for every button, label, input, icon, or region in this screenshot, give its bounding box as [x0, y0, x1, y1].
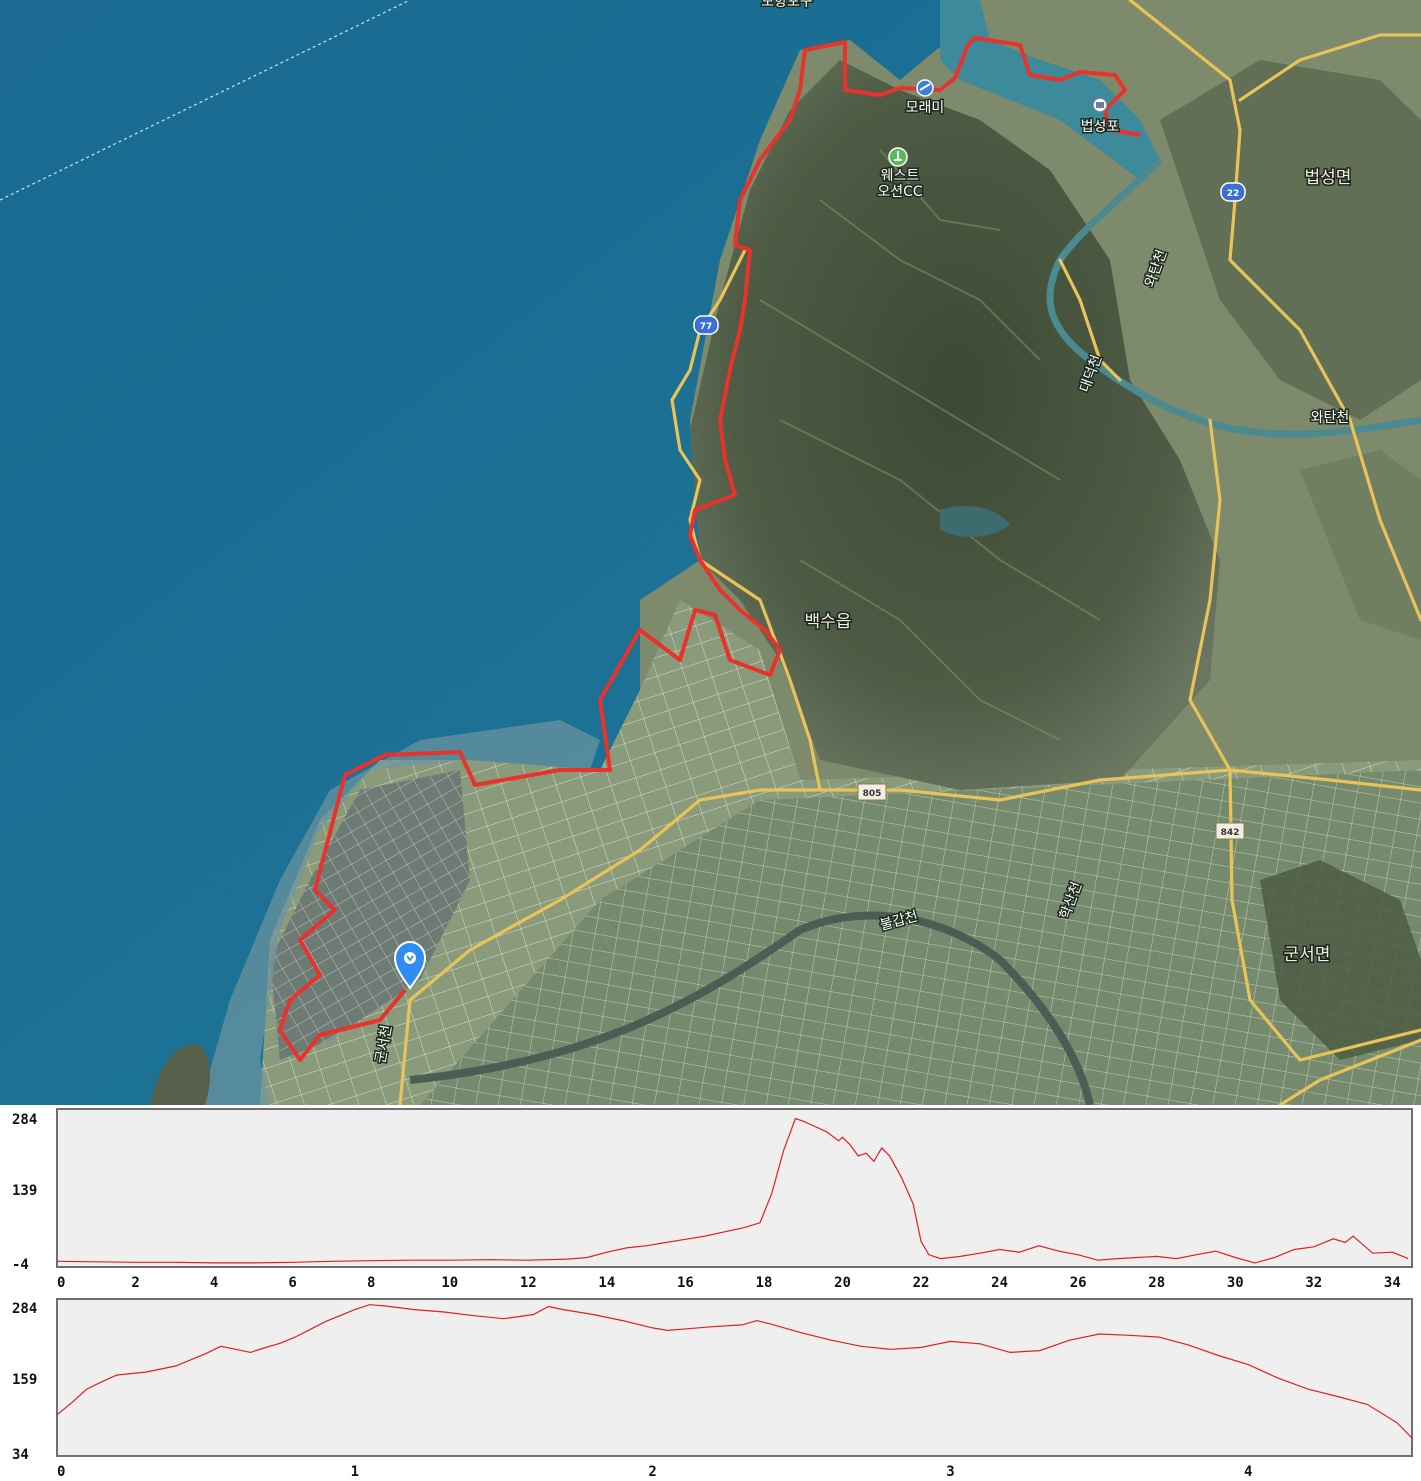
road-shield-805: 805: [857, 783, 887, 801]
y-tick-label: 34: [12, 1447, 29, 1463]
map-label-west-ocean-cc[interactable]: 오션CC: [876, 183, 925, 202]
x-tick-label: 2: [648, 1464, 656, 1480]
y-tick-label: 139: [12, 1183, 37, 1199]
elevation-profile-time: 284 159 34 01234: [0, 1291, 1421, 1481]
x-tick-label: 4: [210, 1275, 218, 1291]
x-tick-label: 0: [57, 1464, 65, 1480]
x-tick-label: 28: [1148, 1275, 1165, 1291]
harbor-poi-icon[interactable]: [1092, 97, 1108, 113]
y-tick-label: -4: [12, 1257, 29, 1273]
elevation-profile-distance: 284 139 -4 0 2 4 6 8 10 12 14 16 18 20 22 24 26 28 30 32 34: [0, 1105, 1421, 1291]
y-tick-label: 284: [12, 1301, 37, 1317]
x-tick-label: 26: [1070, 1275, 1087, 1291]
y-tick-label: 284: [12, 1112, 37, 1128]
x-tick-label: 34: [1384, 1275, 1401, 1291]
map-label-moraemi[interactable]: 모래미: [904, 99, 946, 118]
svg-text:22: 22: [1227, 189, 1240, 199]
x-tick-label: 0: [57, 1275, 65, 1291]
x-tick-label: 1: [351, 1464, 359, 1480]
x-tick-label: 22: [913, 1275, 930, 1291]
elevation-chart-distance[interactable]: 284139-4 0 2 4 6 8 10 12 14 16 18 20 22 24 26 28 30 32 34: [0, 1105, 1421, 1291]
x-tick-label: 3: [946, 1464, 954, 1480]
x-tick-label: 2: [131, 1275, 139, 1291]
x-tick-label: 8: [367, 1275, 375, 1291]
svg-text:77: 77: [700, 322, 713, 332]
elevation-chart-time[interactable]: 28415934 01234: [0, 1291, 1421, 1481]
chart-plot-area: [56, 1108, 1413, 1268]
x-tick-label: 4: [1244, 1464, 1252, 1480]
x-tick-label: 14: [598, 1275, 615, 1291]
road-shield-842: 842: [1215, 822, 1245, 840]
x-tick-label: 10: [441, 1275, 458, 1291]
road-shield-77: 77: [693, 315, 719, 335]
x-tick-label: 12: [520, 1275, 537, 1291]
x-tick-label: 20: [834, 1275, 851, 1291]
road-shield-22: 22: [1220, 182, 1246, 202]
x-tick-label: 6: [288, 1275, 296, 1291]
map-label-baeksu-eup: 백수읍: [805, 612, 852, 632]
map-label-gunseo-myeon: 군서면: [1284, 945, 1331, 965]
x-tick-label: 30: [1227, 1275, 1244, 1291]
golf-course-icon[interactable]: [888, 147, 908, 167]
beach-poi-icon[interactable]: [916, 79, 934, 97]
svg-text:805: 805: [863, 789, 882, 799]
x-tick-label: 24: [991, 1275, 1008, 1291]
chart-plot-area: [56, 1298, 1413, 1457]
x-tick-label: 18: [756, 1275, 773, 1291]
x-tick-label: 32: [1305, 1275, 1322, 1291]
map-label-stream-2: 와탄천: [1311, 410, 1350, 426]
map-label-top: 모항포구: [761, 0, 813, 10]
y-tick-label: 159: [12, 1372, 37, 1388]
satellite-map[interactable]: 77 22 805 842 모항포구 모래미 법성포 웨스트 오션CC 법성면 …: [0, 0, 1421, 1105]
map-label-beopseongpo[interactable]: 법성포: [1079, 118, 1121, 137]
svg-text:842: 842: [1221, 828, 1240, 838]
x-tick-label: 16: [677, 1275, 694, 1291]
map-label-west-ocean[interactable]: 웨스트: [879, 167, 921, 186]
map-label-beopseong-myeon: 법성면: [1305, 168, 1352, 188]
